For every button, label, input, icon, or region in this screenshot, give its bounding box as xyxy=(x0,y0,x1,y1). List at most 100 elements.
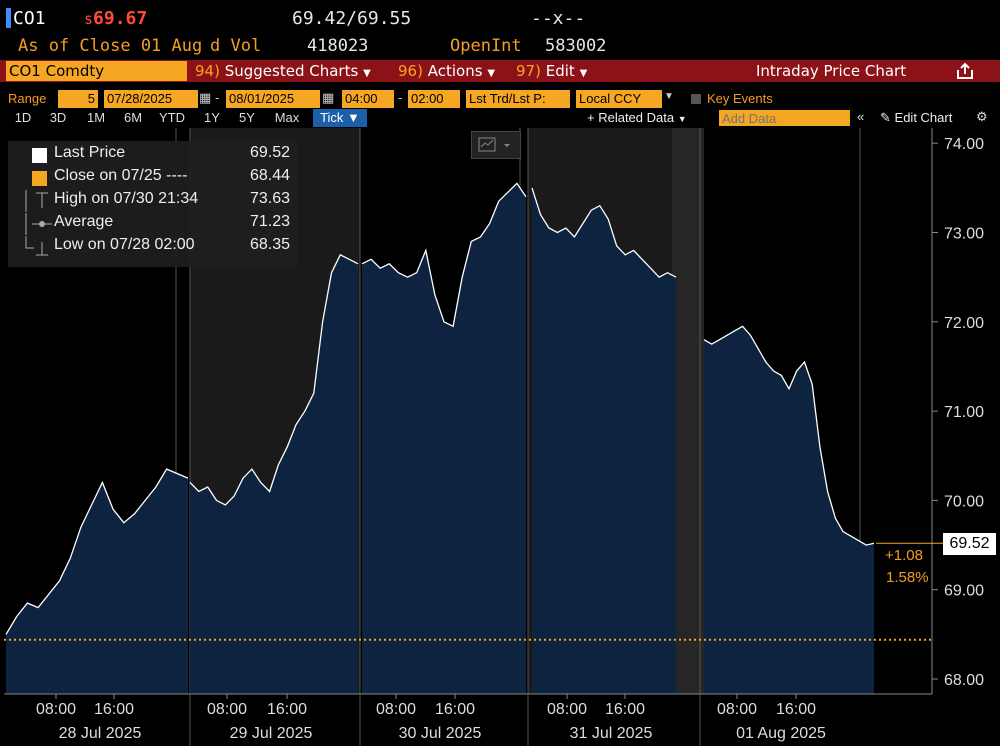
menu-number: 97) xyxy=(516,62,541,80)
range-row: Range 5 07/28/2025 ▦ - 08/01/2025 ▦ 04:0… xyxy=(0,90,1000,108)
start-date-field[interactable]: 07/28/2025 xyxy=(104,90,198,108)
dropdown-arrow-icon: ▼ xyxy=(677,114,687,124)
range-dash: - xyxy=(215,90,220,105)
calendar-icon[interactable]: ▦ xyxy=(199,90,211,106)
legend-high: High on 07/30 21:34 73.63 xyxy=(8,190,298,212)
period-row: 1D 3D 1M 6M YTD 1Y 5Y Max Tick ▼ + Related Data… xyxy=(0,108,1000,128)
price-type-select[interactable]: Lst Trd/Lst P: xyxy=(466,90,570,108)
legend-label: Low on 07/28 02:00 xyxy=(54,236,195,253)
y-tick-label: 73.00 xyxy=(944,226,984,243)
low-marker-icon xyxy=(25,236,48,256)
bid-ask: 69.42/69.55 xyxy=(292,8,412,29)
start-time-field[interactable]: 04:00 xyxy=(342,90,394,108)
related-data-menu[interactable]: + Related Data ▼ xyxy=(587,109,687,128)
period-button-1d[interactable]: 1D xyxy=(8,109,38,127)
change-placeholder: --x-- xyxy=(531,8,586,29)
period-button-1y[interactable]: 1Y xyxy=(197,109,227,127)
legend-label: Close on 07/25 ---- xyxy=(54,167,188,184)
price-value: 69.67 xyxy=(93,8,148,29)
price: s69.67 xyxy=(84,8,147,29)
legend-last-price: Last Price 69.52 xyxy=(8,144,298,166)
x-tick-day: 31 Jul 2025 xyxy=(570,725,653,742)
period-tick-label: Tick xyxy=(320,110,344,125)
range-number-field[interactable]: 5 xyxy=(58,90,98,108)
period-button-6m[interactable]: 6M xyxy=(118,109,148,127)
y-tick-label: 74.00 xyxy=(944,136,984,153)
y-tick-label: 72.00 xyxy=(944,315,984,332)
y-tick-label: 69.00 xyxy=(944,583,984,600)
as-of-line: As of Close 01 Aug d Vol 418023 OpenInt … xyxy=(0,36,1000,58)
export-icon[interactable] xyxy=(953,61,977,86)
range-label: Range xyxy=(8,91,47,106)
change-callout: +1.08 xyxy=(885,547,923,564)
command-bar: CO1 Comdty 94) Suggested Charts ▼ 96) Ac… xyxy=(0,60,1000,82)
end-date-field[interactable]: 08/01/2025 xyxy=(226,90,320,108)
period-button-3d[interactable]: 3D xyxy=(43,109,73,127)
period-tick-button[interactable]: Tick ▼ xyxy=(313,109,367,127)
menu-label: Suggested Charts xyxy=(224,62,359,80)
last-price-swatch xyxy=(32,148,47,163)
x-tick-time: 16:00 xyxy=(94,701,134,718)
suggested-charts-menu[interactable]: 94) Suggested Charts ▼ xyxy=(195,61,371,84)
average-marker-icon xyxy=(25,213,52,235)
y-tick-label: 71.00 xyxy=(944,404,984,421)
dropdown-arrow-icon: ▼ xyxy=(579,68,588,79)
price-area-3 xyxy=(362,183,526,694)
legend-close: Close on 07/25 ---- 68.44 xyxy=(8,167,298,189)
legend-value: 68.35 xyxy=(249,236,290,253)
market-closed-shade xyxy=(672,128,704,694)
vol-label: d Vol xyxy=(210,36,262,56)
add-data-input[interactable] xyxy=(719,110,850,126)
legend-label: Last Price xyxy=(54,144,126,161)
line-chart-icon xyxy=(478,137,510,152)
x-tick-time: 08:00 xyxy=(717,701,757,718)
settings-gear-icon[interactable]: ⚙ xyxy=(976,108,988,126)
dropdown-arrow-icon: ▼ xyxy=(363,68,371,79)
ticker-marker xyxy=(6,8,11,28)
key-events-checkbox[interactable] xyxy=(691,94,701,104)
x-tick-time: 08:00 xyxy=(547,701,587,718)
legend-label: High on 07/30 21:34 xyxy=(54,190,199,207)
price-area-1 xyxy=(6,469,188,694)
vol-value: 418023 xyxy=(307,36,369,56)
legend-value: 73.63 xyxy=(249,190,290,207)
edit-chart-label: Edit Chart xyxy=(894,110,953,125)
x-tick-time: 16:00 xyxy=(605,701,645,718)
currency-dropdown-icon[interactable]: ▼ xyxy=(664,91,674,102)
currency-select[interactable]: Local CCY xyxy=(576,90,662,108)
legend-value: 68.44 xyxy=(249,167,290,184)
x-tick-time: 16:00 xyxy=(435,701,475,718)
period-button-5y[interactable]: 5Y xyxy=(232,109,262,127)
change-pct-callout: 1.58% xyxy=(886,569,929,586)
actions-menu[interactable]: 96) Actions ▼ xyxy=(398,61,495,84)
openint-value: 583002 xyxy=(545,36,607,56)
legend-average: Average 71.23 xyxy=(8,213,298,235)
collapse-icon[interactable]: « xyxy=(857,108,864,126)
price-prefix: s xyxy=(84,10,94,28)
x-tick-time: 16:00 xyxy=(267,701,307,718)
y-tick-label: 70.00 xyxy=(944,493,984,510)
related-data-label: + Related Data xyxy=(587,110,675,125)
legend-label: Average xyxy=(54,213,114,230)
end-time-field[interactable]: 02:00 xyxy=(408,90,460,108)
period-button-1m[interactable]: 1M xyxy=(81,109,111,127)
legend-value: 71.23 xyxy=(249,213,290,230)
security-field[interactable]: CO1 Comdty xyxy=(6,61,187,81)
chart-type-selector[interactable] xyxy=(471,131,521,159)
chart-title: Intraday Price Chart xyxy=(756,62,907,80)
period-button-max[interactable]: Max xyxy=(268,109,306,127)
close-swatch xyxy=(32,171,47,186)
x-tick-time: 08:00 xyxy=(376,701,416,718)
y-tick-label: 68.00 xyxy=(944,672,984,689)
last-price-callout: 69.52 xyxy=(943,533,996,555)
menu-number: 96) xyxy=(398,62,423,80)
pencil-icon: ✎ xyxy=(880,110,891,125)
period-button-ytd[interactable]: YTD xyxy=(157,109,187,127)
x-tick-time: 08:00 xyxy=(36,701,76,718)
ticker[interactable]: CO1 xyxy=(13,8,46,29)
calendar-icon[interactable]: ▦ xyxy=(322,90,334,106)
x-tick-time: 16:00 xyxy=(776,701,816,718)
edit-chart-button[interactable]: ✎ Edit Chart xyxy=(880,109,952,127)
legend-low: Low on 07/28 02:00 68.35 xyxy=(8,236,298,258)
edit-menu[interactable]: 97) Edit ▼ xyxy=(516,61,587,84)
